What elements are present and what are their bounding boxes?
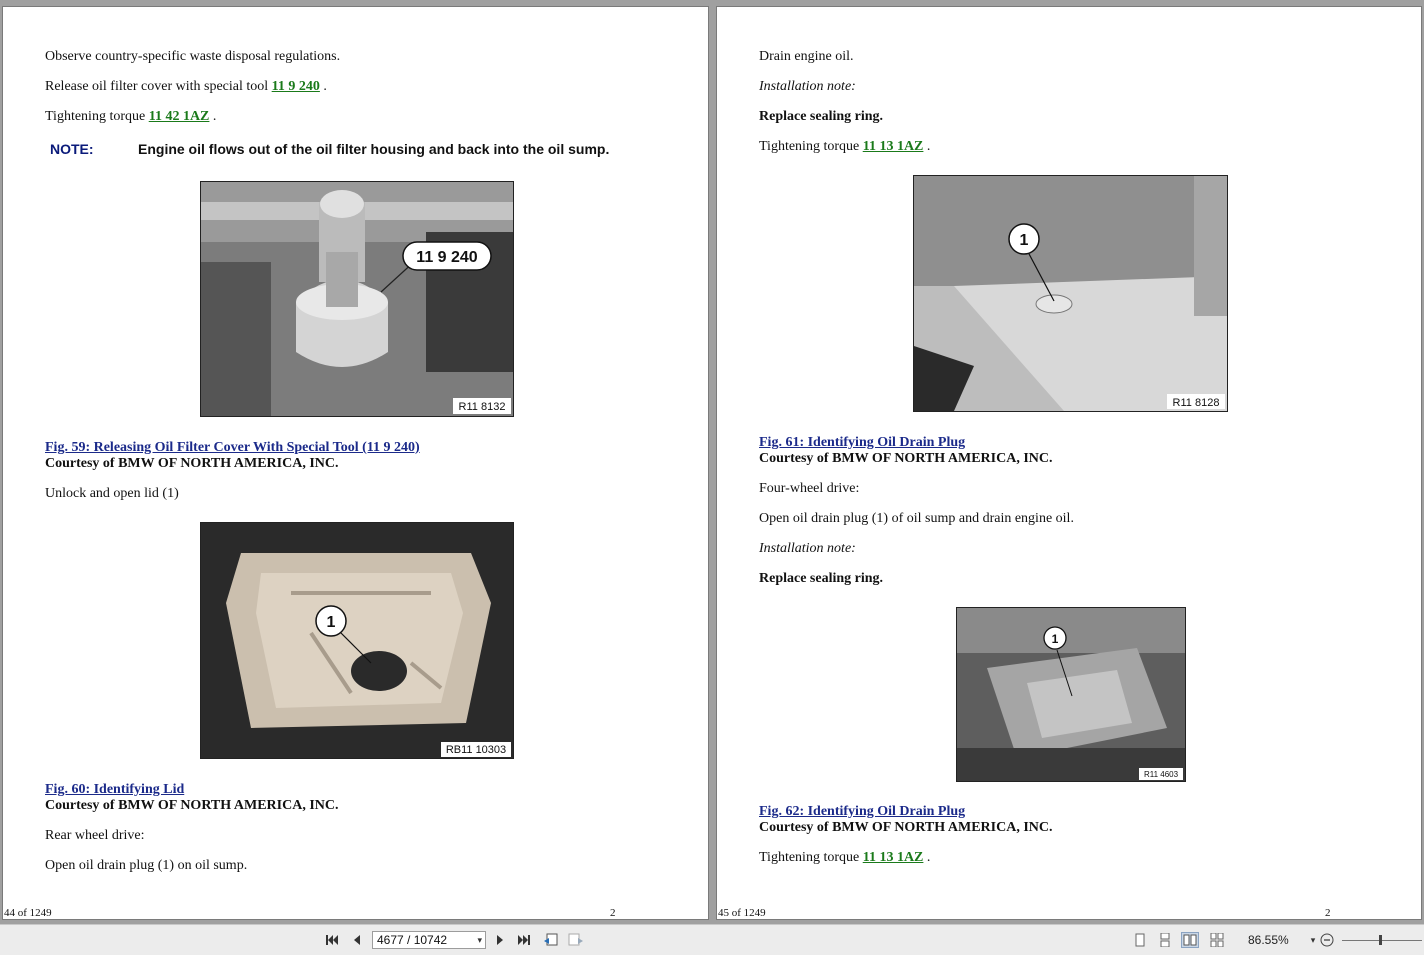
- next-page-icon[interactable]: [491, 932, 509, 948]
- go-back-view-icon[interactable]: [542, 932, 560, 948]
- continuous-facing-view-icon[interactable]: [1208, 932, 1226, 948]
- torque-link[interactable]: 11 42 1AZ: [149, 109, 210, 124]
- figure-caption-link[interactable]: Fig. 60: Identifying Lid: [45, 782, 184, 798]
- figure-image-drain-plug-1: 1 R11 8128: [913, 175, 1228, 412]
- figure-caption-link[interactable]: Fig. 62: Identifying Oil Drain Plug: [759, 804, 965, 820]
- first-page-icon[interactable]: [323, 932, 341, 948]
- continuous-view-icon[interactable]: [1156, 932, 1174, 948]
- page-left: Observe country-specific waste disposal …: [2, 6, 709, 920]
- text-line: Tightening torque 11 42 1AZ .: [45, 109, 217, 124]
- text-line: Tightening torque 11 13 1AZ .: [759, 139, 931, 154]
- go-forward-view-icon[interactable]: [567, 932, 585, 948]
- text-line: Open oil drain plug (1) of oil sump and …: [759, 511, 1074, 526]
- page-footer-number: 2: [610, 907, 616, 919]
- text-line: Installation note:: [759, 541, 856, 556]
- courtesy-text: Courtesy of BMW OF NORTH AMERICA, INC.: [45, 456, 339, 471]
- text-line: Rear wheel drive:: [45, 828, 145, 843]
- image-code: RB11 10303: [446, 744, 506, 756]
- note-text: Engine oil flows out of the oil filter h…: [138, 141, 610, 157]
- text-line: Installation note:: [759, 79, 856, 94]
- zoom-slider-handle[interactable]: [1379, 935, 1382, 945]
- callout-label: 1: [1052, 632, 1059, 646]
- text-line: Observe country-specific waste disposal …: [45, 49, 341, 64]
- text-line: Tightening torque 11 13 1AZ .: [759, 850, 931, 865]
- facing-view-icon[interactable]: [1181, 932, 1199, 948]
- page-footer-count: 44 of 1249: [4, 907, 52, 919]
- image-code: R11 4603: [1144, 770, 1179, 779]
- callout-label: 1: [1020, 232, 1029, 249]
- courtesy-text: Courtesy of BMW OF NORTH AMERICA, INC.: [759, 820, 1053, 835]
- figure-image-lid: 1 RB11 10303: [200, 522, 514, 759]
- document-viewer[interactable]: Observe country-specific waste disposal …: [0, 0, 1424, 924]
- page-number-input[interactable]: 4677 / 10742 ▾: [372, 931, 486, 949]
- torque-link[interactable]: 11 13 1AZ: [863, 139, 924, 154]
- page-footer-number: 2: [1325, 907, 1331, 919]
- text-line: Unlock and open lid (1): [45, 486, 179, 501]
- zoom-level[interactable]: 86.55%: [1248, 933, 1289, 947]
- single-page-view-icon[interactable]: [1131, 932, 1149, 948]
- text-line: Replace sealing ring.: [759, 571, 884, 586]
- last-page-icon[interactable]: [515, 932, 533, 948]
- previous-page-icon[interactable]: [348, 932, 366, 948]
- text-line: Release oil filter cover with special to…: [45, 79, 327, 94]
- zoom-slider-track[interactable]: [1342, 940, 1422, 941]
- text-line: Four-wheel drive:: [759, 481, 860, 496]
- courtesy-text: Courtesy of BMW OF NORTH AMERICA, INC.: [759, 451, 1053, 466]
- callout-label: 1: [327, 614, 336, 631]
- figure-image-drain-plug-2: 1 R11 4603: [956, 607, 1186, 782]
- chevron-down-icon[interactable]: ▾: [477, 933, 482, 947]
- zoom-out-icon[interactable]: [1318, 932, 1336, 948]
- image-code: R11 8132: [459, 401, 506, 413]
- text-line: Replace sealing ring.: [759, 109, 884, 124]
- image-code: R11 8128: [1173, 397, 1220, 409]
- callout-label: 11 9 240: [416, 249, 478, 266]
- figure-caption-link[interactable]: Fig. 61: Identifying Oil Drain Plug: [759, 435, 965, 451]
- courtesy-text: Courtesy of BMW OF NORTH AMERICA, INC.: [45, 798, 339, 813]
- bottom-toolbar: 4677 / 10742 ▾ 86.55% ▾: [0, 924, 1424, 955]
- text-line: Drain engine oil.: [759, 49, 854, 64]
- tool-link[interactable]: 11 9 240: [272, 79, 320, 94]
- figure-caption-link[interactable]: Fig. 59: Releasing Oil Filter Cover With…: [45, 440, 420, 456]
- torque-link[interactable]: 11 13 1AZ: [863, 850, 924, 865]
- text-line: Open oil drain plug (1) on oil sump.: [45, 858, 248, 873]
- page-footer-count: 45 of 1249: [718, 907, 766, 919]
- figure-image-oil-filter-tool: 11 9 240 R11 8132: [200, 181, 514, 417]
- note-label: NOTE:: [50, 141, 94, 157]
- page-right: Drain engine oil. Installation note: Rep…: [716, 6, 1422, 920]
